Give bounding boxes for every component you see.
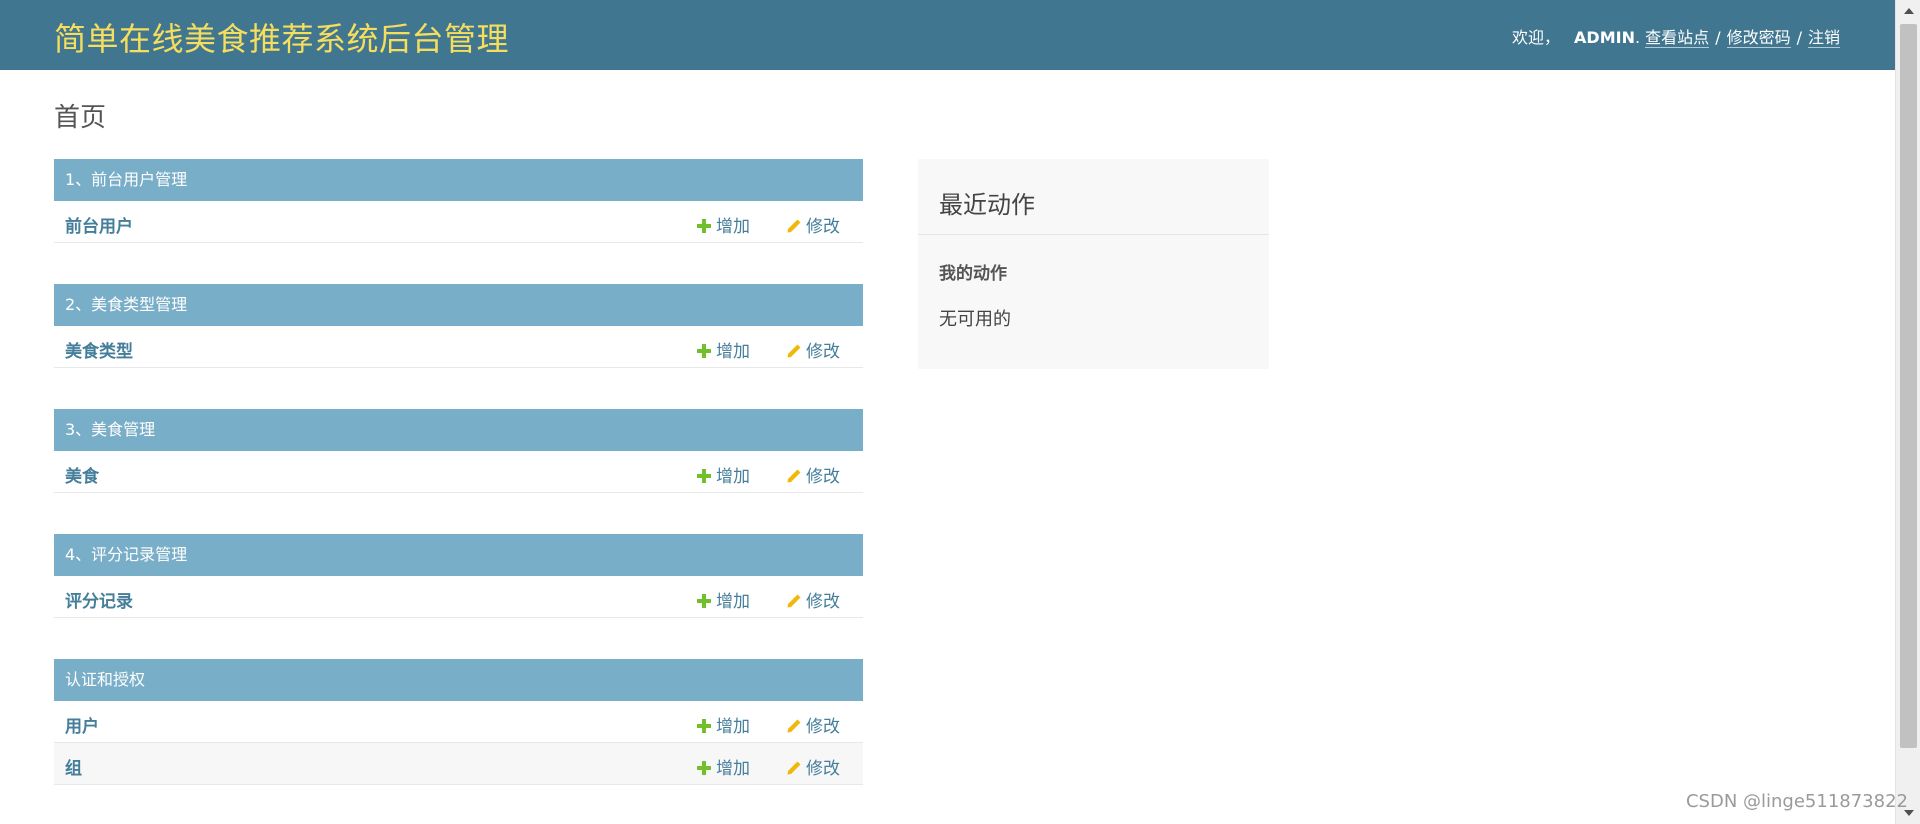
pencil-icon [787, 594, 801, 608]
model-link[interactable]: 美食类型 [65, 337, 133, 362]
model-link[interactable]: 评分记录 [65, 587, 133, 612]
my-actions-heading: 我的动作 [939, 264, 1007, 284]
user-tools: 欢迎， ADMIN. 查看站点 / 修改密码 / 注销 [1512, 24, 1840, 48]
username-period: . [1634, 28, 1641, 47]
pencil-icon [787, 469, 801, 483]
pencil-icon [787, 719, 801, 733]
plus-icon [697, 469, 711, 483]
module-frontend-users: 1、前台用户管理 前台用户 增加 修改 [54, 159, 863, 243]
module-caption[interactable]: 认证和授权 [54, 659, 863, 701]
add-label: 增加 [716, 592, 750, 612]
no-actions-text: 无可用的 [939, 309, 1011, 330]
table-row: 用户 增加 修改 [54, 701, 863, 743]
add-button[interactable]: 增加 [696, 337, 750, 362]
change-button[interactable]: 修改 [786, 754, 840, 779]
add-label: 增加 [716, 717, 750, 737]
add-button[interactable]: 增加 [696, 754, 750, 779]
pencil-icon [787, 344, 801, 358]
change-button[interactable]: 修改 [786, 212, 840, 237]
site-header: 简单在线美食推荐系统后台管理 欢迎， ADMIN. 查看站点 / 修改密码 / 注销 [0, 0, 1895, 70]
module-auth: 认证和授权 用户 增加 修改 组 增加 修改 [54, 659, 863, 785]
add-button[interactable]: 增加 [696, 712, 750, 737]
scroll-up-arrow-icon[interactable] [1904, 8, 1914, 14]
change-password-link[interactable]: 修改密码 [1726, 28, 1791, 48]
module-caption[interactable]: 4、评分记录管理 [54, 534, 863, 576]
change-button[interactable]: 修改 [786, 462, 840, 487]
add-button[interactable]: 增加 [696, 212, 750, 237]
change-label: 修改 [806, 217, 840, 237]
module-food: 3、美食管理 美食 增加 修改 [54, 409, 863, 493]
change-label: 修改 [806, 467, 840, 487]
logout-link[interactable]: 注销 [1807, 28, 1840, 48]
add-label: 增加 [716, 217, 750, 237]
recent-actions-panel: 最近动作 我的动作 无可用的 [918, 159, 1269, 369]
model-link[interactable]: 用户 [65, 712, 99, 737]
recent-actions-title: 最近动作 [939, 191, 1035, 219]
model-link[interactable]: 美食 [65, 462, 99, 487]
welcome-text: 欢迎， [1512, 28, 1561, 47]
module-caption[interactable]: 3、美食管理 [54, 409, 863, 451]
watermark: CSDN @linge511873822 [1685, 791, 1908, 812]
table-row: 组 增加 修改 [54, 743, 863, 785]
table-row: 前台用户 增加 修改 [54, 201, 863, 243]
add-label: 增加 [716, 759, 750, 779]
vertical-scrollbar[interactable] [1895, 0, 1920, 824]
change-button[interactable]: 修改 [786, 337, 840, 362]
page-title: 首页 [54, 103, 107, 133]
module-caption[interactable]: 1、前台用户管理 [54, 159, 863, 201]
change-label: 修改 [806, 592, 840, 612]
pencil-icon [787, 761, 801, 775]
table-row: 评分记录 增加 修改 [54, 576, 863, 618]
plus-icon [697, 219, 711, 233]
pencil-icon [787, 219, 801, 233]
change-label: 修改 [806, 342, 840, 362]
change-label: 修改 [806, 759, 840, 779]
separator: / [1715, 28, 1721, 47]
module-caption[interactable]: 2、美食类型管理 [54, 284, 863, 326]
model-link[interactable]: 组 [65, 754, 82, 779]
view-site-link[interactable]: 查看站点 [1645, 28, 1710, 48]
add-button[interactable]: 增加 [696, 587, 750, 612]
add-label: 增加 [716, 467, 750, 487]
site-brand[interactable]: 简单在线美食推荐系统后台管理 [54, 14, 509, 60]
divider [918, 234, 1269, 235]
scroll-thumb[interactable] [1900, 24, 1917, 748]
admin-page: 简单在线美食推荐系统后台管理 欢迎， ADMIN. 查看站点 / 修改密码 / 注销 首页… [0, 0, 1920, 824]
username: ADMIN [1574, 28, 1635, 47]
add-button[interactable]: 增加 [696, 462, 750, 487]
plus-icon [697, 594, 711, 608]
separator: / [1796, 28, 1802, 47]
add-label: 增加 [716, 342, 750, 362]
model-link[interactable]: 前台用户 [65, 212, 133, 237]
table-row: 美食类型 增加 修改 [54, 326, 863, 368]
plus-icon [697, 344, 711, 358]
plus-icon [697, 761, 711, 775]
module-food-types: 2、美食类型管理 美食类型 增加 修改 [54, 284, 863, 368]
table-row: 美食 增加 修改 [54, 451, 863, 493]
plus-icon [697, 719, 711, 733]
change-label: 修改 [806, 717, 840, 737]
change-button[interactable]: 修改 [786, 712, 840, 737]
change-button[interactable]: 修改 [786, 587, 840, 612]
module-rating-records: 4、评分记录管理 评分记录 增加 修改 [54, 534, 863, 618]
